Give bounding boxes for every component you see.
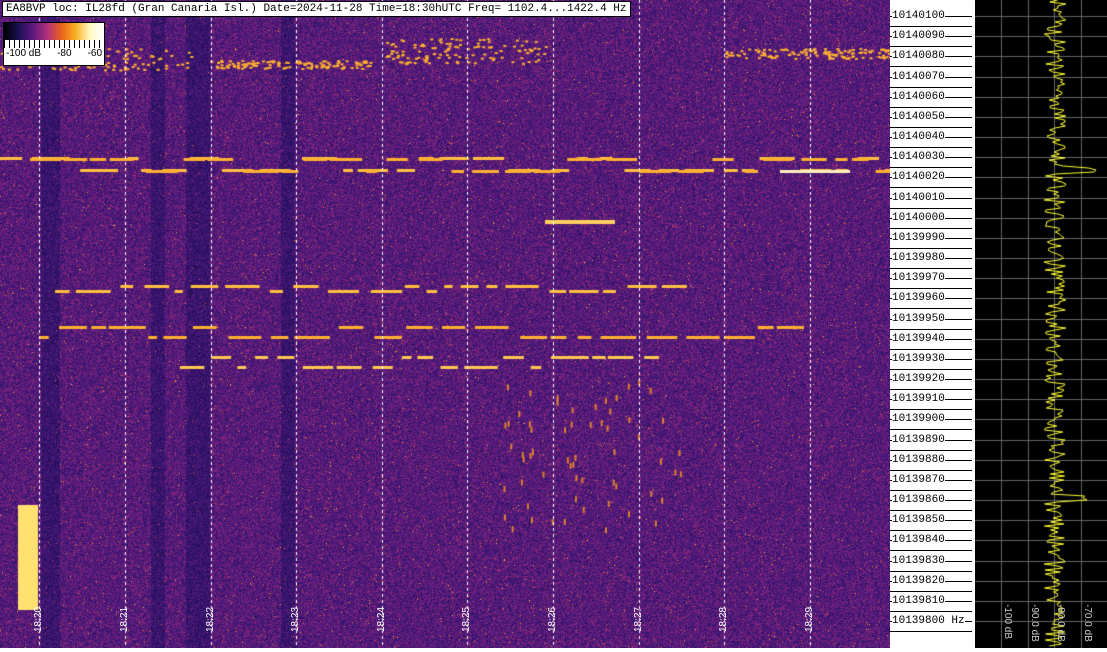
y-tick-label: 10139890 <box>892 433 945 446</box>
frequency-axis: 10140100 10140090 10140080 10140070 10140060… <box>890 0 975 648</box>
minor-tick-line <box>890 268 972 270</box>
minor-tick-line <box>890 368 972 370</box>
y-tick-label: 10139830 <box>892 554 945 567</box>
y-tick-label: 10139970 <box>892 272 945 285</box>
y-tick-label: 10139850 <box>892 514 945 527</box>
minor-tick-line <box>890 469 972 471</box>
minor-tick-line <box>890 590 972 592</box>
color-scale-legend: -100 dB -80 -60 <box>3 22 105 66</box>
minor-tick-line <box>890 126 972 128</box>
y-tick-label: 10140040 <box>892 131 945 144</box>
y-tick-label: 10139940 <box>892 332 945 345</box>
minor-tick-line <box>890 530 972 532</box>
minor-tick-line <box>890 227 972 229</box>
y-tick-label: 10139920 <box>892 373 945 386</box>
spectrum-db-label: -70.0 dB <box>1082 604 1093 642</box>
y-tick-label: 10140050 <box>892 110 945 123</box>
y-tick-label: 10139980 <box>892 252 945 265</box>
minor-tick-line <box>890 489 972 491</box>
legend-label: -80 <box>57 48 72 59</box>
minor-tick-line <box>890 570 972 572</box>
y-tick-label: 10139990 <box>892 231 945 244</box>
x-tick-label: 18:24 <box>376 606 387 632</box>
spectrum-db-label: -80.0 dB <box>1055 604 1066 642</box>
legend-ticks <box>4 40 104 48</box>
y-tick-label: 10139860 <box>892 494 945 507</box>
minor-tick-line <box>890 167 972 169</box>
minor-tick-line <box>890 449 972 451</box>
minor-tick-line <box>890 187 972 189</box>
minor-tick-line <box>890 288 972 290</box>
y-tick-label: 10139810 <box>892 594 945 607</box>
x-tick-label: 18:28 <box>718 606 729 632</box>
minor-tick-line <box>890 308 972 310</box>
y-tick-label: 10140060 <box>892 90 945 103</box>
y-tick-label: 10139950 <box>892 312 945 325</box>
color-gradient <box>4 23 104 40</box>
minor-tick-line <box>890 207 972 209</box>
y-tick-label: 10139930 <box>892 352 945 365</box>
y-tick-label: 10139900 <box>892 413 945 426</box>
y-tick-label: 10140070 <box>892 70 945 83</box>
minor-tick-line <box>890 610 972 612</box>
minor-tick-line <box>890 550 972 552</box>
minor-tick-line <box>890 631 972 633</box>
y-tick-label: 10139820 <box>892 574 945 587</box>
x-tick-label: 18:25 <box>461 606 472 632</box>
y-tick-label: 10140100 <box>892 10 945 22</box>
minor-tick-line <box>890 510 972 512</box>
waterfall-spectrogram <box>0 0 890 648</box>
y-tick-label: 10139800 Hz <box>892 615 965 628</box>
minor-tick-line <box>890 26 972 27</box>
x-tick-label: 18:27 <box>633 606 644 632</box>
x-tick-label: 18:22 <box>205 606 216 632</box>
y-tick-label: 10140000 <box>892 211 945 224</box>
legend-label: -100 dB <box>6 48 42 59</box>
y-tick-label: 10139870 <box>892 473 945 486</box>
minor-tick-line <box>890 409 972 411</box>
minor-tick-line <box>890 348 972 350</box>
x-tick-label: 18:20 <box>33 606 44 632</box>
spectrum-db-label: -90.0 dB <box>1029 604 1040 642</box>
spectrum-db-label: -100 dB <box>1002 604 1013 640</box>
x-tick-label: 18:26 <box>547 606 558 632</box>
minor-tick-line <box>890 247 972 249</box>
y-tick-label: 10139910 <box>892 393 945 406</box>
minor-tick-line <box>890 429 972 431</box>
y-tick-label: 10139840 <box>892 534 945 547</box>
y-tick-label: 10139880 <box>892 453 945 466</box>
x-tick-label: 18:29 <box>804 606 815 632</box>
minor-tick-line <box>890 389 972 391</box>
y-tick-label: 10140010 <box>892 191 945 204</box>
spectrum-trace <box>975 0 1107 648</box>
legend-label: -60 <box>87 48 102 59</box>
spectrum-panel: -100 dB -90.0 dB -80.0 dB -70.0 dB <box>975 0 1107 648</box>
minor-tick-line <box>890 86 972 88</box>
y-tick-label: 10140090 <box>892 30 945 43</box>
x-tick-label: 18:21 <box>119 606 130 632</box>
y-tick-label: 10140020 <box>892 171 945 184</box>
x-tick-label: 18:23 <box>290 606 301 632</box>
minor-tick-line <box>890 328 972 330</box>
minor-tick-line <box>890 147 972 149</box>
minor-tick-line <box>890 106 972 108</box>
y-tick-label: 10140080 <box>892 50 945 63</box>
header-title: EA8BVP loc: IL28fd (Gran Canaria Isl.) D… <box>2 1 631 17</box>
minor-tick-line <box>890 46 972 48</box>
y-tick-label: 10139960 <box>892 292 945 305</box>
minor-tick-line <box>890 66 972 68</box>
y-tick-label: 10140030 <box>892 151 945 164</box>
